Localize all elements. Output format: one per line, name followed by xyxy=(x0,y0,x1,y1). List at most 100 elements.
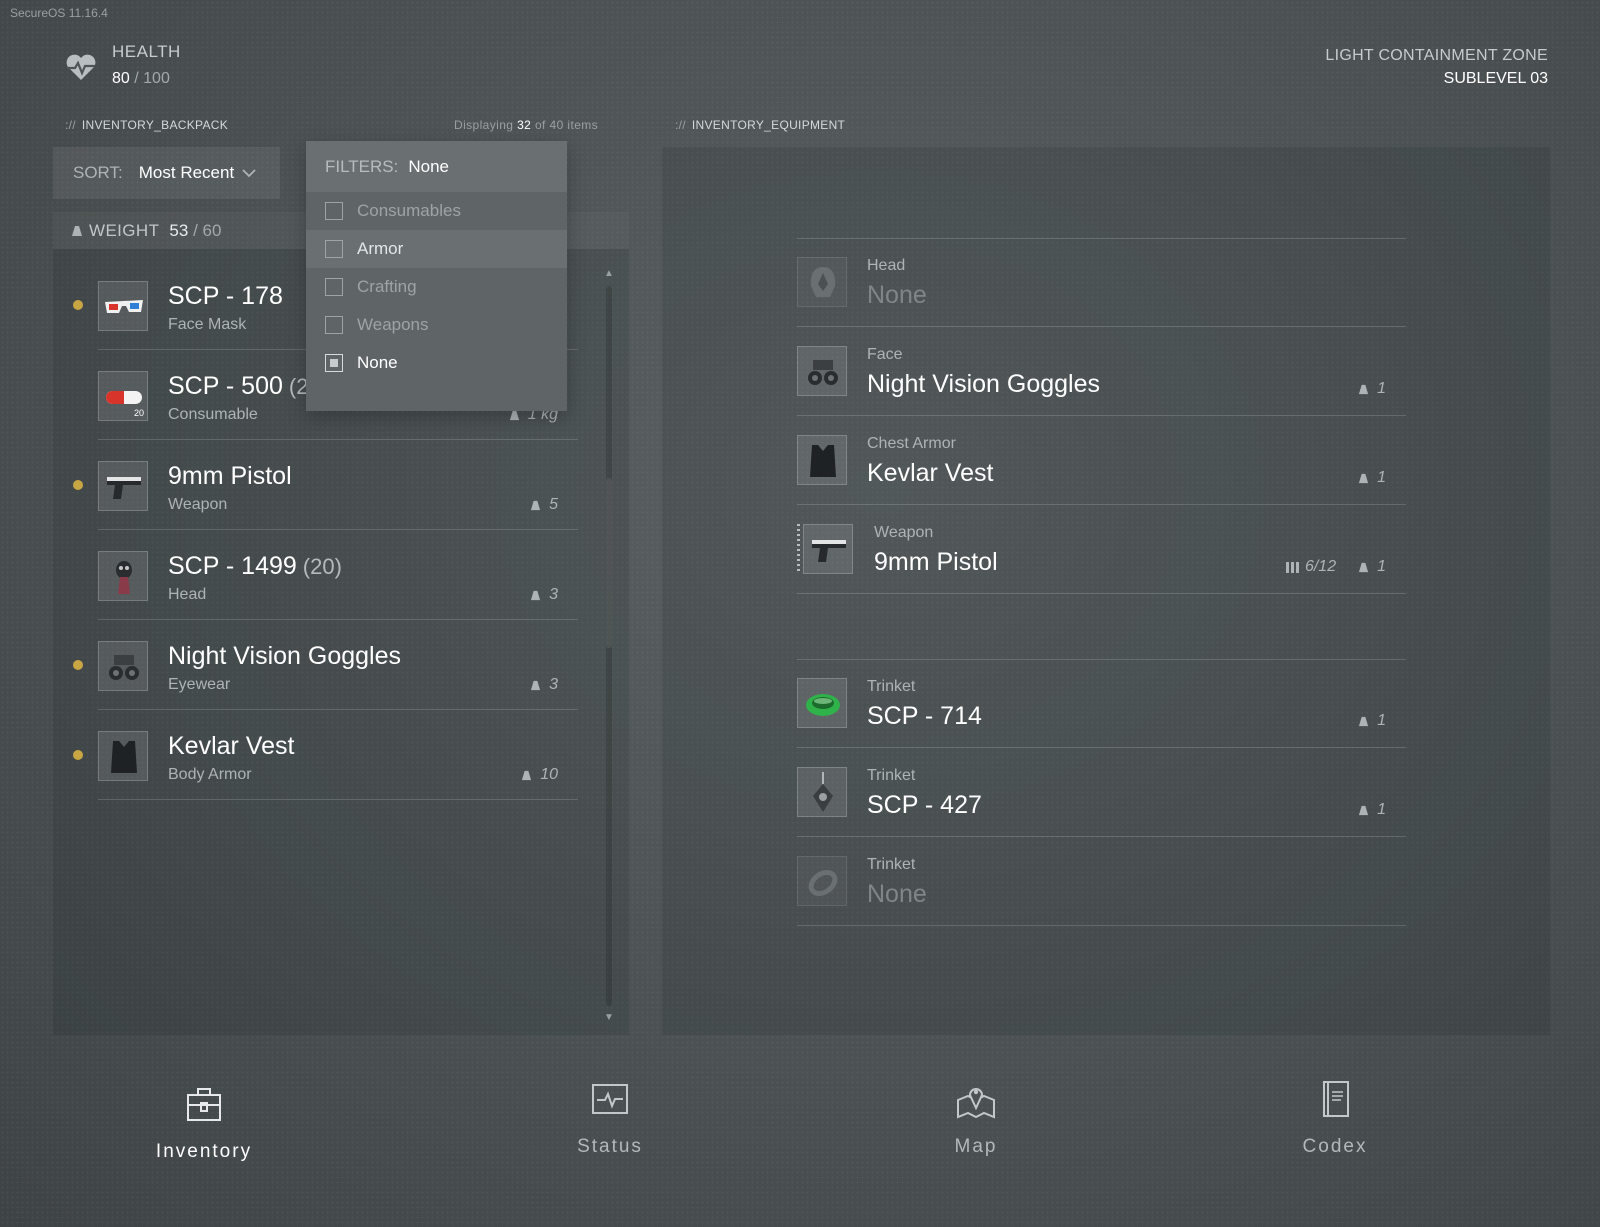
filter-option-consumables[interactable]: Consumables xyxy=(306,192,567,230)
briefcase-icon xyxy=(187,1088,221,1121)
weight-label: WEIGHT xyxy=(89,220,160,240)
item-name: SCP - 1499 (20) xyxy=(168,552,342,581)
item-type: Head xyxy=(168,586,207,603)
slot-label: Head xyxy=(867,257,906,274)
backpack-item[interactable]: 9mm Pistol Weapon 5 xyxy=(73,440,578,530)
ammo-count: 6/12 xyxy=(1285,558,1336,576)
jade-ring-icon xyxy=(806,694,840,716)
checkbox-checked[interactable] xyxy=(325,354,343,372)
nav-inventory[interactable]: Inventory xyxy=(104,1085,304,1163)
slot-weight: 1 xyxy=(1358,380,1386,398)
item-thumbnail xyxy=(98,551,148,601)
equipment-section-title: :// INVENTORY_EQUIPMENT xyxy=(675,118,845,132)
health-current: 80 xyxy=(112,70,130,87)
slot-thumbnail xyxy=(797,856,847,906)
sort-label: SORT: xyxy=(73,163,123,182)
weight-max: / 60 xyxy=(193,220,222,240)
slot-thumbnail xyxy=(797,257,847,307)
filter-option-weapons[interactable]: Weapons xyxy=(306,306,567,344)
nav-status[interactable]: Status xyxy=(510,1080,710,1158)
weight-current: 53 xyxy=(169,220,189,240)
item-name: SCP - 178 xyxy=(168,282,283,311)
filter-option-label: Armor xyxy=(357,239,404,258)
nav-label: Map xyxy=(954,1136,998,1157)
item-name-text: 9mm Pistol xyxy=(168,462,292,490)
map-pin-icon xyxy=(957,1088,995,1119)
item-name-text: SCP - 1499 xyxy=(168,552,297,580)
3d-glasses-icon xyxy=(105,300,143,313)
filter-option-label: Consumables xyxy=(357,201,461,220)
checkbox[interactable] xyxy=(325,202,343,220)
slot-thumbnail xyxy=(797,346,847,396)
item-quantity: (20) xyxy=(302,554,342,579)
locket-icon xyxy=(813,772,833,812)
item-type: Eyewear xyxy=(168,676,231,693)
checkbox[interactable] xyxy=(325,278,343,296)
slot-weight-value: 1 xyxy=(1377,712,1386,729)
filter-option-crafting[interactable]: Crafting xyxy=(306,268,567,306)
equipment-slot-chest[interactable]: Chest Armor Kevlar Vest 1 xyxy=(797,416,1406,505)
new-item-dot xyxy=(73,660,83,670)
equipment-slot-trinket[interactable]: Trinket SCP - 714 1 xyxy=(797,659,1406,748)
slot-label: Chest Armor xyxy=(867,435,956,452)
ring-icon xyxy=(808,870,838,896)
slot-item-name: SCP - 427 xyxy=(867,791,982,819)
item-weight-value: 10 xyxy=(540,766,558,783)
filter-option-none[interactable]: None xyxy=(306,344,567,382)
slot-item-name: SCP - 714 xyxy=(867,702,982,730)
item-weight: 3 xyxy=(530,586,558,604)
checkbox[interactable] xyxy=(325,316,343,334)
nav-map[interactable]: Map xyxy=(876,1080,1076,1158)
item-weight: 5 xyxy=(530,496,558,514)
display-count: Displaying 32 of 40 items xyxy=(454,118,598,132)
item-thumbnail xyxy=(98,641,148,691)
filter-option-armor[interactable]: Armor xyxy=(306,230,567,268)
backpack-item[interactable]: Night Vision Goggles Eyewear 3 xyxy=(73,620,578,710)
pistol-icon xyxy=(812,540,846,562)
backpack-scrollbar[interactable]: ▲ ▼ xyxy=(602,268,616,1023)
os-version-label: SecureOS 11.16.4 xyxy=(10,6,108,20)
nav-codex[interactable]: Codex xyxy=(1235,1080,1435,1158)
item-thumbnail xyxy=(98,461,148,511)
slot-thumbnail xyxy=(803,524,853,574)
scroll-down-icon[interactable]: ▼ xyxy=(602,1012,616,1023)
new-item-dot xyxy=(73,300,83,310)
weight-icon xyxy=(1359,716,1369,726)
weight-icon xyxy=(1359,384,1369,394)
slot-label: Trinket xyxy=(867,856,916,873)
weight-icon xyxy=(1359,562,1369,572)
item-thumbnail xyxy=(98,731,148,781)
equipment-slot-face[interactable]: Face Night Vision Goggles 1 xyxy=(797,327,1406,416)
scroll-thumb[interactable] xyxy=(606,478,612,648)
weapon-slot-marker xyxy=(797,524,800,574)
slot-thumbnail xyxy=(797,435,847,485)
equipment-slot-weapon[interactable]: Weapon 9mm Pistol 6/12 1 xyxy=(797,505,1406,594)
slot-item-name: 9mm Pistol xyxy=(874,548,998,576)
filters-dropdown[interactable]: FILTERS: None Consumables Armor Crafting… xyxy=(306,141,567,411)
item-weight-value: 3 xyxy=(549,586,558,603)
heart-monitor-icon xyxy=(592,1084,628,1114)
new-item-dot xyxy=(73,480,83,490)
backpack-item[interactable]: Kevlar Vest Body Armor 10 xyxy=(73,710,578,800)
filters-label: FILTERS: xyxy=(325,156,399,176)
vest-icon xyxy=(810,445,836,477)
slot-item-name: Kevlar Vest xyxy=(867,459,994,487)
filters-header[interactable]: FILTERS: None xyxy=(306,141,567,192)
gas-mask-icon xyxy=(116,561,132,594)
equipment-slot-head[interactable]: Head None xyxy=(797,238,1406,327)
zone-display: LIGHT CONTAINMENT ZONE SUBLEVEL 03 xyxy=(1325,47,1548,88)
sort-dropdown[interactable]: SORT: Most Recent xyxy=(53,147,280,199)
item-weight-value: 5 xyxy=(549,496,558,513)
health-value: 80 / 100 xyxy=(112,70,181,88)
filter-option-label: None xyxy=(357,353,398,372)
item-name-text: Kevlar Vest xyxy=(168,732,295,760)
checkbox[interactable] xyxy=(325,240,343,258)
equipment-slot-trinket[interactable]: Trinket None xyxy=(797,837,1406,926)
scroll-up-icon[interactable]: ▲ xyxy=(602,268,616,279)
display-suffix: of 40 items xyxy=(534,118,599,132)
equipment-slot-trinket[interactable]: Trinket SCP - 427 1 xyxy=(797,748,1406,837)
backpack-item[interactable]: SCP - 1499 (20) Head 3 xyxy=(98,530,578,620)
weight-icon xyxy=(531,500,541,510)
display-count-number: 32 xyxy=(517,118,532,132)
slot-weight: 1 xyxy=(1358,469,1386,487)
